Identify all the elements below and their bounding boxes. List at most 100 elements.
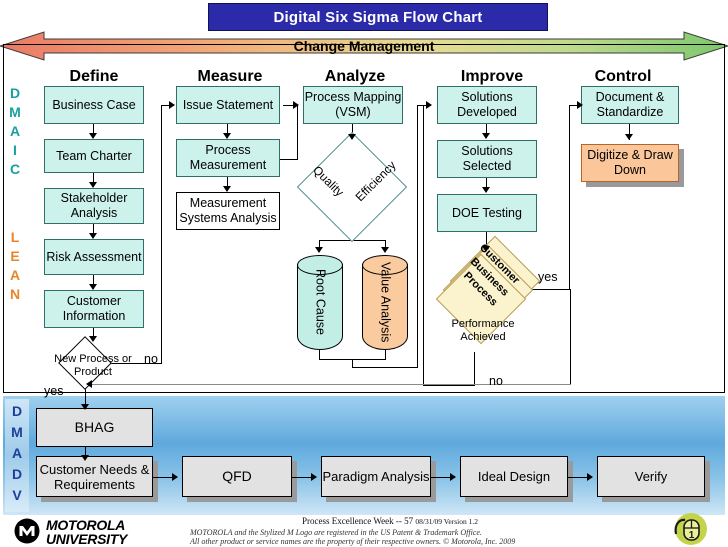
letter-m: M [9, 104, 21, 120]
footer-line1-version: 08/31/09 Version 1.2 [415, 517, 478, 526]
arrow-improve-1 [482, 133, 490, 139]
arrow-control-1 [625, 134, 633, 140]
node-process-measurement[interactable]: Process Measurement [176, 139, 280, 177]
arrow-analyze-to-improve [426, 101, 432, 109]
footer-trademark-line: MOTOROLA and the Stylized M Logo are reg… [190, 528, 482, 537]
connector-define-no-v [161, 105, 162, 363]
letter-d: D [9, 85, 21, 101]
column-header-improve: Improve [460, 68, 524, 85]
connector-measure-to-analyze-v [297, 105, 298, 159]
node-bhag[interactable]: BHAG [36, 408, 153, 447]
arrow-define-1 [89, 133, 97, 139]
decision-performance-achieved-label: Performance Achieved [451, 318, 515, 343]
node-paradigm-analysis[interactable]: Paradigm Analysis [321, 456, 431, 497]
cylinder-root-cause-text: Root Cause [297, 255, 343, 350]
node-business-case[interactable]: Business Case [44, 86, 144, 124]
arrow-improve-2 [482, 187, 490, 193]
letter-dmadv-d2: D [11, 466, 23, 482]
node-risk-assessment[interactable]: Risk Assessment [44, 239, 144, 275]
cylinder-value-analysis-label: Value Analysis [378, 262, 393, 343]
connector-control-loop-v [570, 289, 571, 384]
arrow-define-3 [89, 233, 97, 239]
arrow-step-3-4 [450, 473, 456, 481]
node-doe-testing[interactable]: DOE Testing [437, 194, 537, 232]
phase-letters-dmaic: D M A I C [4, 84, 26, 179]
letter-l: L [10, 229, 20, 245]
label-improve-no: no [489, 374, 503, 388]
cylinder-value-analysis[interactable]: Value Analysis [362, 255, 408, 350]
connector-analyze-to-improve-v [417, 105, 418, 367]
node-digitize-draw-down[interactable]: Digitize & Draw Down [581, 144, 679, 182]
footer-copyright-line: All other product or service names are t… [190, 537, 516, 546]
footer-process-excellence-week: Process Excellence Week -- 57 08/31/09 V… [180, 516, 600, 526]
footer-line1: Process Excellence Week -- 57 [302, 516, 414, 526]
arrow-control-loop [86, 380, 92, 388]
letter-a: A [9, 123, 21, 139]
arrow-step-2-3 [311, 473, 317, 481]
arrow-define-4 [89, 284, 97, 290]
label-improve-yes: yes [538, 270, 558, 284]
arrow-bhag-down [81, 455, 89, 461]
cylinder-root-cause-label: Root Cause [313, 269, 328, 336]
node-customer-information[interactable]: Customer Information [44, 290, 144, 328]
letter-dmadv-v: V [12, 487, 22, 503]
mouse-badge-number: 1 [689, 530, 695, 541]
node-team-charter[interactable]: Team Charter [44, 139, 144, 173]
node-verify[interactable]: Verify [597, 456, 705, 497]
letter-c: C [9, 161, 21, 177]
column-header-measure: Measure [197, 68, 263, 85]
phase-letters-dmadv: D M A D V [6, 401, 28, 506]
node-document-standardize[interactable]: Document & Standardize [581, 86, 679, 124]
letter-dmadv-d: D [11, 403, 23, 419]
connector-analyze-out-stub [352, 359, 353, 367]
arrow-analyze-left [315, 247, 323, 253]
motorola-m-logo-icon [14, 518, 40, 544]
arrow-define-yes [81, 404, 89, 410]
arrow-define-no [169, 101, 175, 109]
arrow-improve-yes [577, 101, 583, 109]
flow-chart-slide: Digital Six Sigma Flow Chart Change Mana… [0, 0, 728, 546]
cylinder-root-cause[interactable]: Root Cause [297, 255, 343, 350]
cylinder-value-analysis-text: Value Analysis [362, 255, 408, 350]
letter-e: E [10, 248, 20, 264]
column-header-control: Control [594, 68, 652, 85]
arrow-analyze-right [381, 247, 389, 253]
connector-measure-to-analyze-h [280, 159, 298, 160]
letter-dmadv-m: M [11, 424, 23, 440]
arrow-define-5 [89, 336, 97, 342]
node-issue-statement[interactable]: Issue Statement [176, 86, 280, 124]
node-measurement-systems-analysis[interactable]: Measurement Systems Analysis [176, 192, 280, 230]
motorola-logo-line1: MOTOROLA [46, 517, 126, 533]
node-stakeholder-analysis[interactable]: Stakeholder Analysis [44, 188, 144, 224]
connector-improve-no-h [423, 385, 475, 386]
connector-cyl-right-out [385, 350, 386, 360]
node-process-mapping[interactable]: Process Mapping (VSM) [303, 86, 403, 124]
arrow-step-1-2 [172, 473, 178, 481]
arrow-step-4-5 [587, 473, 593, 481]
label-define-yes: yes [44, 384, 64, 398]
motorola-logo-line2: UNIVERSITY [46, 531, 128, 547]
node-qfd[interactable]: QFD [182, 456, 292, 497]
arrow-measure-2 [223, 186, 231, 192]
column-header-define: Define [69, 68, 119, 85]
connector-analyze-out-h [352, 367, 418, 368]
label-define-no: no [144, 352, 158, 366]
arrow-analyze-1 [348, 134, 356, 140]
node-solutions-developed[interactable]: Solutions Developed [437, 86, 537, 124]
mouse-badge-icon: 1 [674, 513, 707, 545]
letter-dmadv-a: A [11, 445, 23, 461]
arrow-measure-to-analyze [293, 101, 299, 109]
arrow-define-2 [89, 182, 97, 188]
letter-n: N [9, 286, 21, 302]
decision-new-process-label: New Process or Product [54, 353, 132, 378]
connector-improve-no-v [474, 352, 475, 385]
node-customer-needs[interactable]: Customer Needs & Requirements [36, 456, 153, 497]
node-solutions-selected[interactable]: Solutions Selected [437, 140, 537, 178]
column-header-analyze: Analyze [324, 68, 386, 85]
letter-a2: A [9, 267, 21, 283]
arrow-measure-1 [223, 133, 231, 139]
connector-improve-yes-v [569, 105, 570, 289]
slide-title-bar: Digital Six Sigma Flow Chart [208, 3, 548, 31]
node-ideal-design[interactable]: Ideal Design [460, 456, 568, 497]
letter-i: I [13, 142, 17, 158]
